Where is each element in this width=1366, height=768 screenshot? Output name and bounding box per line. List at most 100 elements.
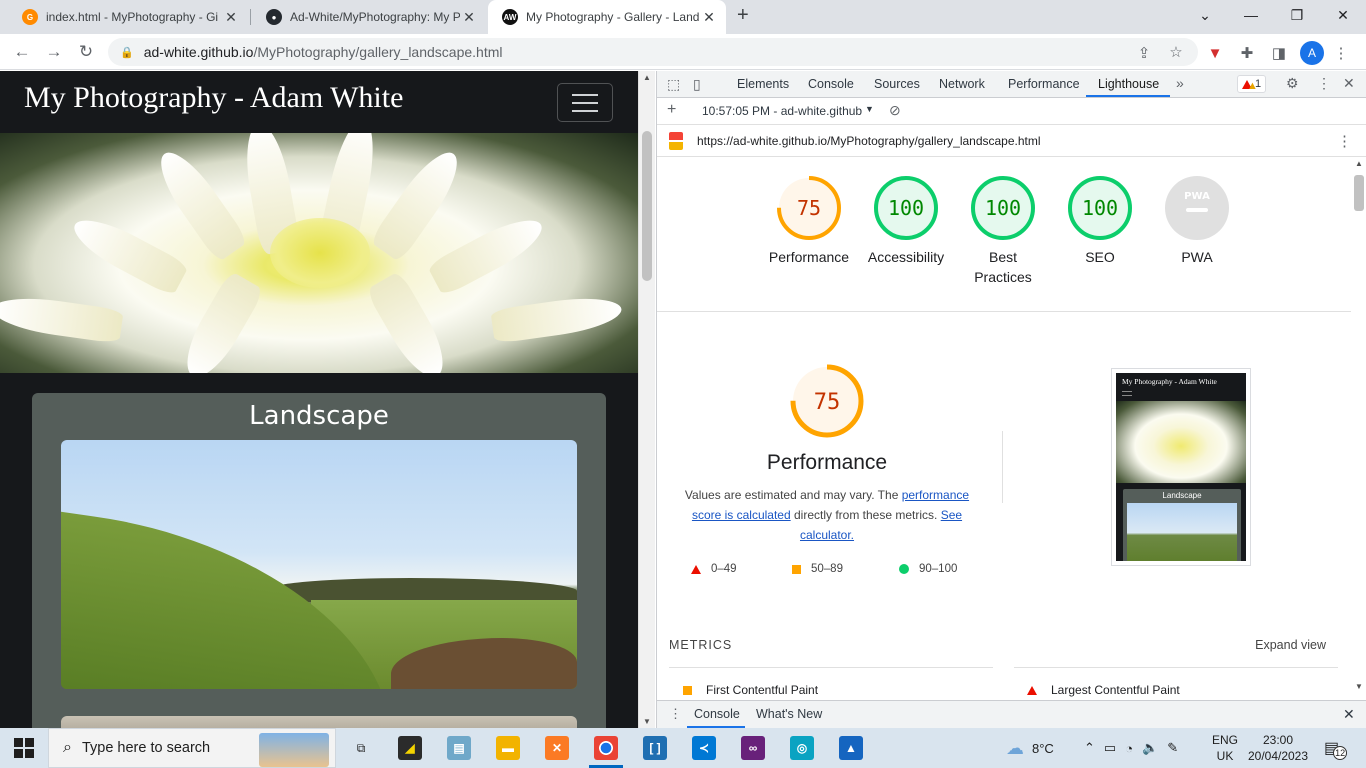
photos-icon[interactable]: ▲	[839, 736, 863, 760]
drawer-menu-icon[interactable]: ⋮	[669, 706, 682, 722]
metric-label: First Contentful Paint	[706, 683, 819, 697]
url-path: /MyPhotography/gallery_landscape.html	[253, 44, 503, 60]
weather-widget[interactable]: ☁ 8°C	[1006, 728, 1054, 768]
volume-icon[interactable]: 🔈	[1142, 740, 1158, 756]
page-scroll-thumb[interactable]	[642, 131, 652, 281]
devtools-drawer: ⋮ Console What's New ✕	[657, 700, 1366, 728]
clock[interactable]: 23:00 20/04/2023	[1248, 728, 1308, 768]
windows-taskbar: ⌕ Type here to search ⧉ ◢ ▤ ▬ ✕ [ ] ≺ ∞ …	[0, 728, 1366, 768]
tray-chevron-icon[interactable]: ⌃	[1084, 740, 1095, 756]
github-icon: ●	[266, 9, 282, 25]
report-scroll-thumb[interactable]	[1354, 175, 1364, 211]
forward-arrow-icon[interactable]: →	[42, 40, 66, 64]
page-scrollbar[interactable]: ▲ ▼	[638, 71, 655, 728]
tab-elements[interactable]: Elements	[737, 77, 789, 91]
reload-icon[interactable]: ↻	[74, 40, 98, 64]
side-panel-icon[interactable]: ◨	[1268, 42, 1290, 64]
landscape-photo[interactable]	[61, 440, 577, 689]
browser-tab-3-active[interactable]: AW My Photography - Gallery - Land ✕	[488, 0, 726, 34]
cloud-icon: ☁	[1006, 737, 1024, 758]
report-scrollbar[interactable]: ▲ ▼	[1351, 157, 1366, 693]
pass-circle-icon	[899, 564, 909, 574]
tab-performance[interactable]: Performance	[1008, 77, 1080, 91]
file-explorer-icon[interactable]: ▬	[496, 736, 520, 760]
tab-sources[interactable]: Sources	[874, 77, 920, 91]
minimize-icon[interactable]: —	[1228, 0, 1274, 30]
close-tab-icon[interactable]: ✕	[700, 9, 718, 26]
device-toolbar-icon[interactable]: ▯	[693, 76, 701, 93]
close-drawer-icon[interactable]: ✕	[1343, 706, 1355, 723]
metrics-header: METRICS Expand view	[669, 638, 1338, 668]
windows-start-icon[interactable]	[14, 738, 34, 758]
language-indicator[interactable]: ENG UK	[1212, 728, 1238, 768]
close-tab-icon[interactable]: ✕	[222, 9, 240, 26]
address-bar[interactable]: 🔒 ad-white.github.io/MyPhotography/galle…	[108, 38, 1198, 66]
browser-tab-1[interactable]: G index.html - MyPhotography - Gi ✕	[8, 0, 248, 34]
app-icon[interactable]: [ ]	[643, 736, 667, 760]
profile-avatar[interactable]: A	[1300, 41, 1324, 65]
tab-console[interactable]: Console	[808, 77, 854, 91]
close-window-icon[interactable]: ✕	[1320, 0, 1366, 30]
app-icon[interactable]: ▤	[447, 736, 471, 760]
metric-fcp: First Contentful Paint	[683, 683, 818, 697]
tab-search-chevron-icon[interactable]: ⌄	[1182, 0, 1228, 30]
close-tab-icon[interactable]: ✕	[460, 9, 478, 26]
pwa-badge-icon: PWA	[1184, 191, 1210, 202]
report-dropdown-icon[interactable]: ▼	[865, 104, 874, 114]
more-tabs-chevron-icon[interactable]: »	[1176, 75, 1184, 91]
vscode-icon[interactable]: ≺	[692, 736, 716, 760]
fail-triangle-icon	[1027, 685, 1037, 695]
chrome-icon[interactable]	[594, 736, 618, 760]
share-icon[interactable]: ⇪	[1133, 42, 1155, 64]
tab-network[interactable]: Network	[939, 77, 985, 91]
wifi-icon[interactable]: ◔	[1125, 741, 1133, 756]
svg-text:100: 100	[1082, 196, 1118, 220]
extensions-puzzle-icon[interactable]: ✚	[1236, 42, 1258, 64]
gauge-performance[interactable]: 75 Performance	[759, 175, 859, 267]
tab-title: Ad-White/MyPhotography: My P	[290, 10, 460, 24]
hamburger-menu-icon[interactable]	[557, 83, 613, 122]
drawer-tab-whats-new[interactable]: What's New	[756, 707, 822, 721]
pen-icon[interactable]: ✎	[1167, 740, 1178, 756]
back-arrow-icon[interactable]: ←	[10, 40, 34, 64]
extension-shield-icon[interactable]: ▼	[1204, 42, 1226, 64]
new-report-plus-icon[interactable]: +	[667, 101, 676, 119]
restore-icon[interactable]: ❐	[1274, 0, 1320, 30]
settings-gear-icon[interactable]: ⚙	[1286, 75, 1299, 92]
menu-kebab-icon[interactable]: ⋮	[1330, 42, 1352, 64]
warning-badge[interactable]: ▲ 1	[1237, 75, 1267, 93]
gauge-pwa[interactable]: PWA PWA	[1147, 175, 1247, 267]
xampp-icon[interactable]: ✕	[545, 736, 569, 760]
task-view-icon[interactable]: ⧉	[349, 736, 373, 760]
app-icon[interactable]: ◎	[790, 736, 814, 760]
report-selector[interactable]: 10:57:05 PM - ad-white.github	[702, 104, 862, 118]
clear-reports-icon[interactable]: ⊘	[889, 102, 901, 119]
notifications-button[interactable]: ▤ 12	[1324, 728, 1348, 768]
report-menu-icon[interactable]: ⋮	[1337, 132, 1352, 150]
new-tab-icon[interactable]: +	[737, 4, 749, 27]
svg-text:100: 100	[985, 196, 1021, 220]
expand-view-toggle[interactable]: Expand view	[1255, 638, 1326, 652]
site-brand[interactable]: My Photography - Adam White	[24, 81, 403, 115]
inspect-element-icon[interactable]: ⬚	[667, 76, 680, 93]
final-screenshot[interactable]: My Photography - Adam White Landscape	[1111, 368, 1251, 566]
gauge-best-practices[interactable]: 100 Best Practices	[953, 175, 1053, 287]
visual-studio-icon[interactable]: ∞	[741, 736, 765, 760]
drawer-tab-console[interactable]: Console	[694, 707, 740, 721]
close-devtools-icon[interactable]: ✕	[1343, 75, 1355, 92]
sticky-notes-icon[interactable]: ◢	[398, 736, 422, 760]
gauge-accessibility[interactable]: 100 Accessibility	[856, 175, 956, 267]
battery-icon[interactable]: ▭	[1104, 740, 1116, 756]
gauge-label: Best Practices	[974, 249, 1032, 285]
gauge-seo[interactable]: 100 SEO	[1050, 175, 1150, 267]
report-url[interactable]: https://ad-white.github.io/MyPhotography…	[697, 134, 1041, 148]
tab-lighthouse[interactable]: Lighthouse	[1098, 77, 1159, 91]
browser-tab-2[interactable]: ● Ad-White/MyPhotography: My P ✕	[252, 0, 486, 34]
devtools-tabbar: ⬚ ▯ Elements Console Sources Network Per…	[657, 71, 1366, 98]
selected-tab-indicator	[1086, 95, 1170, 97]
screenshot-title: My Photography - Adam White	[1122, 377, 1217, 386]
next-photo[interactable]	[61, 716, 577, 728]
bookmark-star-icon[interactable]: ☆	[1165, 41, 1187, 63]
devtools-menu-icon[interactable]: ⋮	[1317, 75, 1331, 92]
taskbar-search[interactable]: ⌕ Type here to search	[48, 728, 336, 768]
